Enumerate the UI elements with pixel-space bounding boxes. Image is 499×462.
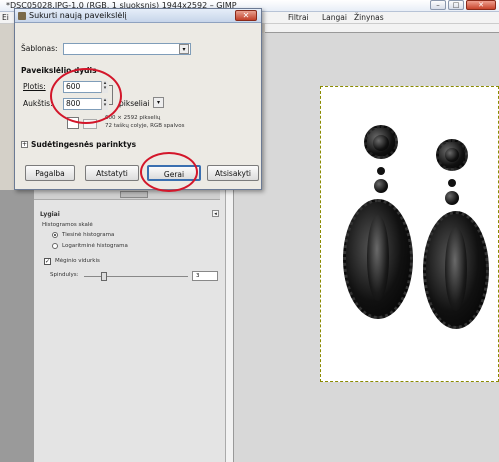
linear-histogram-radio[interactable] xyxy=(52,232,58,238)
dialog-title: Sukurti naują paveikslėlį xyxy=(29,11,127,20)
sample-average-checkbox[interactable]: ✓ xyxy=(44,258,51,265)
height-label: Aukštis: xyxy=(23,99,53,108)
menu-item-edit[interactable]: Ei xyxy=(2,13,9,22)
dock-menu-icon[interactable]: ◂ xyxy=(212,210,219,217)
help-button[interactable]: Pagalba xyxy=(25,165,75,181)
maximize-button[interactable]: □ xyxy=(448,0,464,10)
earring-right-drop-center xyxy=(445,227,467,311)
menu-item-help[interactable]: Žinynas xyxy=(354,13,384,22)
width-label: Plotis: xyxy=(23,82,46,91)
image-canvas[interactable] xyxy=(320,86,499,382)
linear-histogram-label: Tiesinė histograma xyxy=(62,232,115,238)
annotation-ring-ok xyxy=(140,152,198,192)
earring-left-stud-center xyxy=(373,135,389,151)
units-dropdown-button[interactable]: ▾ xyxy=(153,97,164,108)
log-histogram-label: Logaritminė histograma xyxy=(62,243,128,249)
menu-item-filters[interactable]: Filtrai xyxy=(288,13,309,22)
earring-left-round-bead xyxy=(374,179,388,193)
earring-right-seed-bead xyxy=(448,179,456,187)
advanced-options-expander[interactable]: Sudėtingesnės parinktys xyxy=(31,140,136,149)
expander-plus-icon[interactable]: + xyxy=(21,141,28,148)
cancel-button[interactable]: Atsisakyti xyxy=(207,165,259,181)
histogram-scale-label: Histogramos skalė xyxy=(42,222,93,228)
minimize-button[interactable]: – xyxy=(430,0,446,10)
dock-tab[interactable] xyxy=(120,191,148,198)
dialog-close-button[interactable]: ✕ xyxy=(235,10,257,21)
earring-right-round-bead xyxy=(445,191,459,205)
close-button[interactable]: ✕ xyxy=(466,0,496,10)
horizontal-ruler[interactable] xyxy=(265,24,499,33)
dock-scroll-strip xyxy=(0,190,34,462)
template-select[interactable] xyxy=(63,43,191,55)
template-label: Šablonas: xyxy=(21,44,58,53)
chevron-down-icon[interactable]: ▾ xyxy=(179,44,189,54)
gimp-icon xyxy=(18,12,26,20)
reset-button[interactable]: Atstatyti xyxy=(85,165,139,181)
image-info-resolution: 72 taškų colyje, RGB spalvos xyxy=(105,123,185,129)
dock-title: Lygiai xyxy=(40,211,60,218)
log-histogram-radio[interactable] xyxy=(52,243,58,249)
earring-left-drop-center xyxy=(367,215,389,301)
menu-item-windows[interactable]: Langai xyxy=(322,13,347,22)
earring-right-stud-center xyxy=(445,148,459,162)
radius-slider-handle[interactable] xyxy=(101,272,107,281)
radius-label: Spindulys: xyxy=(50,272,79,278)
sample-average-label: Mėginio vidurkis xyxy=(55,258,100,264)
units-label: pikseliai xyxy=(119,99,150,108)
dock-tab-strip xyxy=(34,190,220,200)
earring-left-seed-bead xyxy=(377,167,385,175)
dialog-title-bar: Sukurti naują paveikslėlį ✕ xyxy=(15,9,261,23)
annotation-ring-size xyxy=(50,68,122,124)
radius-slider-track[interactable] xyxy=(84,276,188,277)
radius-spinbox[interactable]: 3 xyxy=(192,271,218,281)
image-info-dimensions: 600 × 2592 pikselių xyxy=(105,115,161,121)
